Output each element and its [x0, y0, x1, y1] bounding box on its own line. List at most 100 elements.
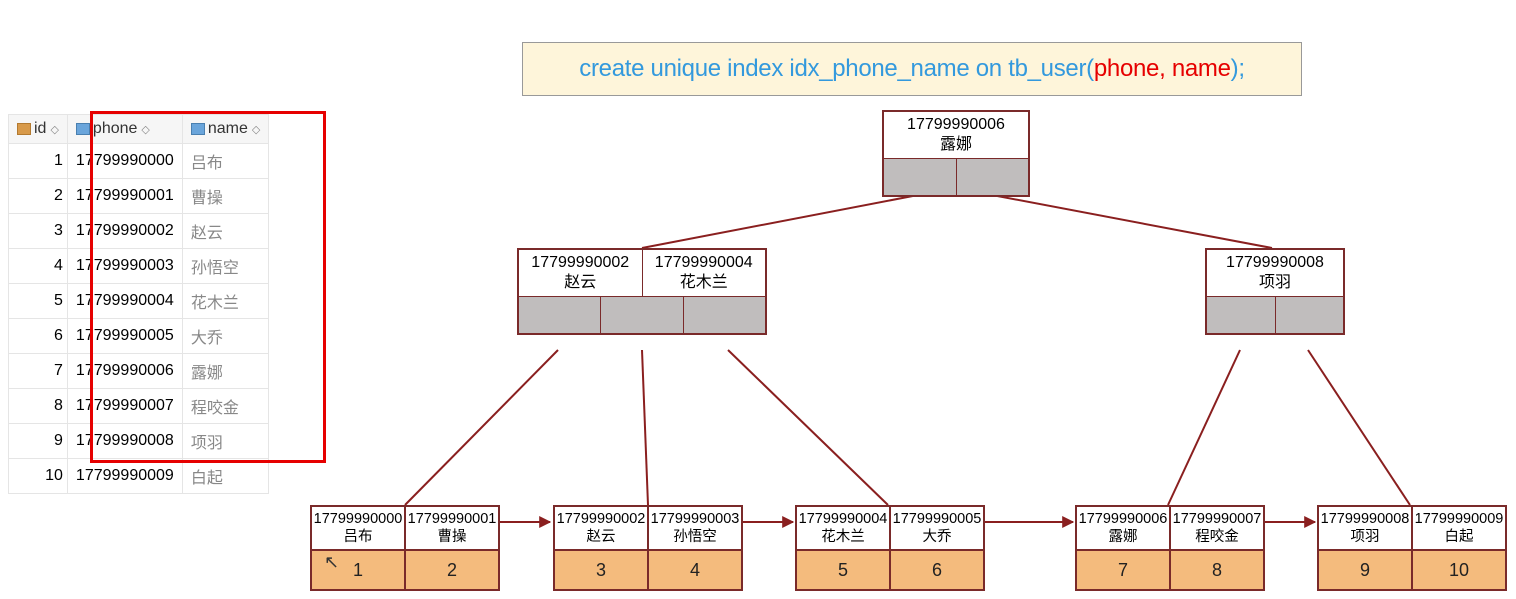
key-icon	[17, 123, 31, 135]
ptr-slot	[684, 297, 765, 333]
col-header-name: name ◇	[182, 115, 269, 144]
ptr-slot	[1276, 297, 1344, 333]
cell-name: 花木兰	[182, 284, 269, 319]
cell-id: 1	[9, 144, 68, 179]
table-row: 717799990006露娜	[9, 354, 269, 389]
mid-key-phone: 17799990004	[655, 254, 753, 271]
cell-name: 大乔	[182, 319, 269, 354]
leaf-ptr: 6	[890, 551, 985, 591]
cell-id: 3	[9, 214, 68, 249]
ptr-slot	[601, 297, 683, 333]
cell-phone: 17799990000	[67, 144, 182, 179]
cell-id: 9	[9, 424, 68, 459]
root-phone: 17799990006	[907, 116, 1005, 133]
cell-id: 4	[9, 249, 68, 284]
leaf-ptr: 10	[1412, 551, 1507, 591]
data-table: id◇ phone◇ name◇ 117799990000吕布217799990…	[8, 114, 269, 494]
cell-phone: 17799990008	[67, 424, 182, 459]
leaf-key: 17799990009白起	[1412, 505, 1507, 551]
leaf-key: 17799990000吕布	[310, 505, 405, 551]
leaf-key: 17799990004花木兰	[795, 505, 890, 551]
mid-key-phone: 17799990002	[531, 254, 629, 271]
sql-text-part3: );	[1231, 55, 1245, 83]
cell-name: 程咬金	[182, 389, 269, 424]
ptr-slot	[884, 159, 957, 195]
col-header-phone: phone◇	[67, 115, 182, 144]
header-id-label: id	[34, 120, 46, 137]
ptr-slot	[1207, 297, 1276, 333]
cell-name: 吕布	[182, 144, 269, 179]
col-header-id: id ◇	[9, 115, 68, 144]
cell-name: 赵云	[182, 214, 269, 249]
table-row: 517799990004花木兰	[9, 284, 269, 319]
header-name-label: name	[208, 120, 248, 137]
table-row: 217799990001曹操	[9, 179, 269, 214]
cursor-icon: ↖	[324, 552, 339, 573]
sql-text-part2: phone, name	[1094, 55, 1231, 83]
cell-phone: 17799990007	[67, 389, 182, 424]
leaf-key: 17799990006露娜	[1075, 505, 1170, 551]
cell-id: 5	[9, 284, 68, 319]
tree-leaf-node: 17799990000吕布17799990001曹操12	[310, 505, 500, 591]
cell-id: 8	[9, 389, 68, 424]
cell-id: 7	[9, 354, 68, 389]
leaf-ptr: 4	[648, 551, 743, 591]
tree-mid-right-node: 17799990008 项羽	[1205, 248, 1345, 335]
tree-root-node: 17799990006 露娜	[882, 110, 1030, 197]
sql-statement: create unique index idx_phone_name on tb…	[522, 42, 1302, 96]
sort-icon: ◇	[141, 124, 149, 136]
cell-phone: 17799990003	[67, 249, 182, 284]
leaf-ptr: 8	[1170, 551, 1265, 591]
table-row: 817799990007程咬金	[9, 389, 269, 424]
cell-name: 白起	[182, 459, 269, 494]
mid-key-name: 赵云	[564, 274, 596, 291]
tree-mid-left-node: 17799990002 赵云 17799990004 花木兰	[517, 248, 767, 335]
leaf-ptr: 9	[1317, 551, 1412, 591]
ptr-slot	[957, 159, 1029, 195]
cell-id: 2	[9, 179, 68, 214]
cell-phone: 17799990002	[67, 214, 182, 249]
mid-key-phone: 17799990008	[1226, 254, 1324, 271]
leaf-ptr: 3	[553, 551, 648, 591]
table-row: 417799990003孙悟空	[9, 249, 269, 284]
table-row: 617799990005大乔	[9, 319, 269, 354]
cell-phone: 17799990006	[67, 354, 182, 389]
leaf-ptr: 2	[405, 551, 500, 591]
mid-key-name: 花木兰	[680, 274, 728, 291]
tree-leaf-node: 17799990008项羽17799990009白起910	[1317, 505, 1507, 591]
cell-phone: 17799990005	[67, 319, 182, 354]
leaf-key: 17799990001曹操	[405, 505, 500, 551]
table-row: 317799990002赵云	[9, 214, 269, 249]
cell-phone: 17799990001	[67, 179, 182, 214]
sort-icon: ◇	[252, 124, 260, 136]
cell-name: 曹操	[182, 179, 269, 214]
table-row: 117799990000吕布	[9, 144, 269, 179]
column-icon	[76, 123, 90, 135]
cell-name: 露娜	[182, 354, 269, 389]
leaf-key: 17799990003孙悟空	[648, 505, 743, 551]
leaf-ptr: 7	[1075, 551, 1170, 591]
header-phone-label: phone	[93, 120, 138, 137]
tree-leaf-node: 17799990006露娜17799990007程咬金78	[1075, 505, 1265, 591]
mid-key-name: 项羽	[1259, 274, 1291, 291]
leaf-key: 17799990002赵云	[553, 505, 648, 551]
leaf-key: 17799990005大乔	[890, 505, 985, 551]
table-row: 1017799990009白起	[9, 459, 269, 494]
leaf-key: 17799990007程咬金	[1170, 505, 1265, 551]
cell-id: 6	[9, 319, 68, 354]
leaf-ptr: 5	[795, 551, 890, 591]
tree-leaf-node: 17799990004花木兰17799990005大乔56	[795, 505, 985, 591]
cell-name: 孙悟空	[182, 249, 269, 284]
sort-icon: ◇	[50, 124, 58, 136]
cell-phone: 17799990004	[67, 284, 182, 319]
data-table-body: 117799990000吕布217799990001曹操317799990002…	[9, 144, 269, 494]
ptr-slot	[519, 297, 601, 333]
leaf-key: 17799990008项羽	[1317, 505, 1412, 551]
cell-id: 10	[9, 459, 68, 494]
tree-leaf-node: 17799990002赵云17799990003孙悟空34	[553, 505, 743, 591]
column-icon	[191, 123, 205, 135]
sql-text-part1: create unique index idx_phone_name on tb…	[579, 55, 1094, 83]
table-row: 917799990008项羽	[9, 424, 269, 459]
cell-name: 项羽	[182, 424, 269, 459]
root-name: 露娜	[940, 136, 972, 153]
